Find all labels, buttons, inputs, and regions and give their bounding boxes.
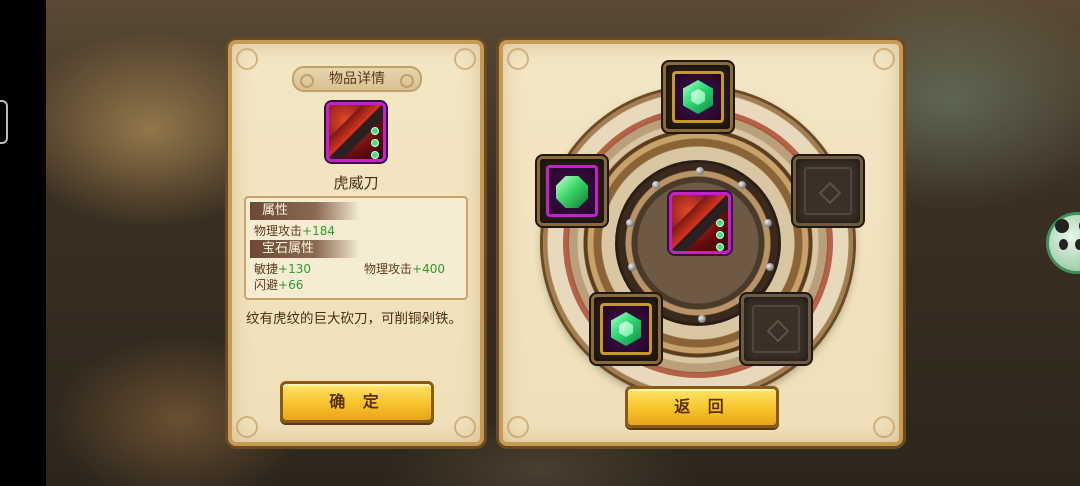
- gem-stat-line: 物理攻击+400: [364, 260, 445, 277]
- green-gem-icon: [611, 312, 641, 346]
- corner-ornament: [507, 48, 529, 70]
- rivet: [696, 167, 704, 175]
- gem-slot-left[interactable]: [537, 156, 607, 226]
- gem-socket-panel: 返 回: [499, 40, 903, 446]
- gem-frame: [672, 71, 724, 123]
- panel-title: 物品详情: [292, 66, 422, 92]
- corner-ornament: [873, 48, 895, 70]
- screen-left-edge: [0, 0, 46, 486]
- item-name: 虎威刀: [333, 174, 379, 192]
- side-pull-tab[interactable]: [0, 100, 8, 144]
- green-gem-icon: [683, 80, 713, 114]
- corner-ornament: [454, 416, 476, 438]
- socket-gem-dot-icon: [716, 219, 724, 227]
- socket-gem-dot-icon: [371, 127, 379, 135]
- rivet: [628, 263, 636, 271]
- gem-stat-line: 闪避+66: [254, 276, 303, 293]
- stat-label: 闪避: [254, 278, 279, 292]
- stat-value: +184: [302, 224, 335, 238]
- socket-gem-dot-icon: [371, 151, 379, 159]
- gem-frame: [600, 303, 652, 355]
- green-gem-icon: [556, 176, 588, 208]
- item-detail-panel: 物品详情 虎威刀 属性 物理攻击+184 宝石属性 敏捷+130 物理攻击+40…: [228, 40, 484, 446]
- rivet: [698, 315, 706, 323]
- stats-box: 属性 物理攻击+184 宝石属性 敏捷+130 物理攻击+400 闪避+66: [244, 196, 468, 300]
- corner-ornament: [507, 416, 529, 438]
- empty-socket-icon: [752, 305, 800, 353]
- rivet: [766, 263, 774, 271]
- gem-frame: [546, 165, 598, 217]
- stat-value: +400: [412, 262, 445, 276]
- corner-ornament: [236, 48, 258, 70]
- rivet: [738, 181, 746, 189]
- socket-gem-dot-icon: [716, 243, 724, 251]
- corner-ornament: [873, 416, 895, 438]
- confirm-button[interactable]: 确 定: [280, 381, 434, 423]
- stat-label: 敏捷: [254, 262, 279, 276]
- stat-label: 物理攻击: [254, 224, 303, 238]
- back-button[interactable]: 返 回: [625, 386, 779, 428]
- gem-slot-right-empty[interactable]: [793, 156, 863, 226]
- rivet: [764, 219, 772, 227]
- rivet: [652, 181, 660, 189]
- corner-ornament: [236, 416, 258, 438]
- stat-value: +66: [278, 278, 304, 292]
- empty-socket-icon: [804, 167, 852, 215]
- stat-label: 物理攻击: [364, 262, 413, 276]
- tiger-blade-icon: [326, 102, 386, 162]
- gem-slot-top[interactable]: [663, 62, 733, 132]
- corner-ornament: [454, 48, 476, 70]
- socketed-item-icon: [669, 192, 731, 254]
- rivet: [626, 219, 634, 227]
- item-description: 纹有虎纹的巨大砍刀，可削铜剁铁。: [246, 311, 462, 327]
- gem-slot-bottom-left[interactable]: [591, 294, 661, 364]
- gem-slot-bottom-right-empty[interactable]: [741, 294, 811, 364]
- gem-stat-line: 敏捷+130: [254, 260, 311, 277]
- stat-value: +130: [278, 262, 311, 276]
- gem-attributes-header: 宝石属性: [250, 240, 360, 258]
- base-stat-line: 物理攻击+184: [254, 222, 335, 239]
- socket-gem-dot-icon: [716, 231, 724, 239]
- attributes-header: 属性: [250, 202, 360, 220]
- socket-gem-dot-icon: [371, 139, 379, 147]
